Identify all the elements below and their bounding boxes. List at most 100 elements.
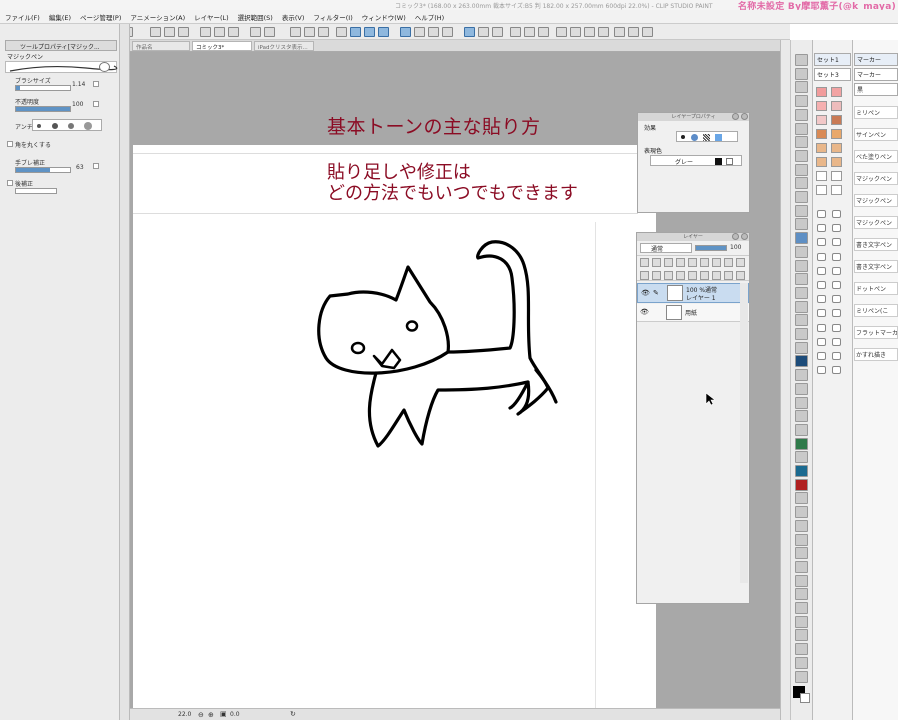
layer-toolbar-icon[interactable] <box>724 271 733 280</box>
tab-comic3[interactable]: コミック3* <box>192 41 252 51</box>
menu-item[interactable]: 選択範囲(S) <box>238 12 273 22</box>
tab-work-name[interactable]: 作品名 <box>132 41 190 51</box>
layer-toolbar-icon[interactable] <box>640 258 649 267</box>
tool-icon[interactable] <box>795 191 808 203</box>
layer-toolbar-icon[interactable] <box>652 271 661 280</box>
tool-icon[interactable] <box>795 506 808 519</box>
toolbar-button[interactable] <box>570 27 581 37</box>
toolbar-button[interactable] <box>598 27 609 37</box>
toolbar-button[interactable] <box>264 27 275 37</box>
brush-preview-icon[interactable] <box>99 62 110 72</box>
sub-tool-tile[interactable] <box>832 210 841 218</box>
tool-icon[interactable] <box>795 437 808 450</box>
layer-opacity-slider[interactable] <box>695 245 727 251</box>
tool-icon[interactable] <box>795 519 808 532</box>
toolbar-button[interactable] <box>464 27 475 37</box>
toolbar-button[interactable] <box>290 27 301 37</box>
sub-tool-tile[interactable] <box>816 129 827 139</box>
tool-icon[interactable] <box>795 588 808 601</box>
toolbar-button[interactable] <box>378 27 389 37</box>
sub-tool-tile[interactable] <box>831 115 842 125</box>
sub-tool-tile[interactable] <box>831 157 842 167</box>
tool-icon[interactable] <box>795 122 808 135</box>
sub-tool-tile[interactable] <box>832 366 841 375</box>
sub-tool-tile[interactable] <box>816 87 827 97</box>
stabilization-slider[interactable] <box>15 167 71 173</box>
tool-icon[interactable] <box>795 643 808 656</box>
brush-item[interactable]: 書き文字ペン <box>854 238 898 251</box>
brush-item[interactable]: フラットマーカ <box>854 326 898 339</box>
menu-item[interactable]: アニメーション(A) <box>130 12 185 22</box>
sub-tool-tile[interactable] <box>832 337 841 346</box>
sub-tool-tile[interactable] <box>816 171 827 181</box>
toolbar-button[interactable] <box>200 27 211 37</box>
toolbar-button[interactable] <box>428 27 439 37</box>
opacity-slider[interactable] <box>15 106 71 112</box>
sub-tool-tile[interactable] <box>817 309 826 318</box>
layer-toolbar-icon[interactable] <box>664 271 673 280</box>
menu-item[interactable]: ウィンドウ(W) <box>362 12 406 22</box>
tool-icon[interactable] <box>795 314 808 327</box>
angle-value[interactable]: 0.0 <box>230 711 240 718</box>
tool-icon[interactable] <box>795 656 808 669</box>
black-group-button[interactable]: 黒 <box>854 83 898 96</box>
tab-ipad-view[interactable]: iPadクリスタ表示... <box>254 41 314 51</box>
toolbar-button[interactable] <box>336 27 347 37</box>
tool-icon[interactable] <box>795 328 808 340</box>
sub-tool-tile[interactable] <box>817 281 826 289</box>
sub-color-swatch[interactable] <box>800 693 810 703</box>
tool-icon[interactable] <box>795 355 808 368</box>
menu-item[interactable]: ページ管理(P) <box>80 12 121 22</box>
sub-tool-tile[interactable] <box>831 87 842 97</box>
panel-minimize-icon[interactable] <box>732 233 739 240</box>
sub-tool-tile[interactable] <box>817 238 826 247</box>
brush-item[interactable]: ドットペン <box>854 282 898 295</box>
menu-item[interactable]: 表示(V) <box>282 12 305 22</box>
panel-close-icon[interactable] <box>741 233 748 240</box>
sub-tool-tile[interactable] <box>817 323 826 332</box>
toolbar-button[interactable] <box>614 27 625 37</box>
zoom-in-icon[interactable]: ⊕ <box>208 711 214 719</box>
toolbar-button[interactable] <box>628 27 639 37</box>
layer-toolbar-icon[interactable] <box>700 258 709 267</box>
toolbar-button[interactable] <box>228 27 239 37</box>
tool-icon[interactable] <box>795 629 808 642</box>
layer-scrollbar[interactable] <box>740 283 748 583</box>
sub-tool-tile[interactable] <box>816 157 827 167</box>
brush-item[interactable]: かすれ描き <box>854 348 898 361</box>
toolbar-button[interactable] <box>150 27 161 37</box>
tool-icon[interactable] <box>795 67 808 80</box>
tool-property-header[interactable]: ツールプロパティ[マジック... <box>5 40 117 51</box>
tool-icon[interactable] <box>795 602 808 614</box>
layer-toolbar-icon[interactable] <box>736 258 745 267</box>
toolbar-button[interactable] <box>318 27 329 37</box>
sub-tool-tile[interactable] <box>832 252 841 261</box>
toolbar-button[interactable] <box>524 27 535 37</box>
sub-tool-tile[interactable] <box>831 185 842 195</box>
brush-item[interactable]: サインペン <box>854 128 898 141</box>
layer-toolbar-icon[interactable] <box>712 258 721 267</box>
tool-icon[interactable] <box>795 670 808 683</box>
brush-item[interactable]: マジックペン <box>854 172 898 185</box>
tool-icon[interactable] <box>795 232 808 245</box>
expression-color-selector[interactable]: グレー <box>650 155 742 166</box>
layer-toolbar-icon[interactable] <box>688 258 697 267</box>
toolbar-button[interactable] <box>400 27 411 37</box>
tool-icon[interactable] <box>795 574 808 587</box>
sub-tool-tile[interactable] <box>831 101 842 111</box>
toolbar-button[interactable] <box>510 27 521 37</box>
menu-item[interactable]: ファイル(F) <box>5 12 40 22</box>
brush-item[interactable]: マジックペン <box>854 194 898 207</box>
sub-tool-tile[interactable] <box>817 295 826 304</box>
tool-icon[interactable] <box>795 259 808 272</box>
canvas-vertical-scrollbar[interactable] <box>780 40 790 720</box>
tool-icon[interactable] <box>795 382 808 395</box>
tool-icon[interactable] <box>795 108 808 121</box>
zoom-out-icon[interactable]: ⊖ <box>198 711 204 719</box>
tool-icon[interactable] <box>795 136 808 149</box>
sub-tool-tile[interactable] <box>816 115 827 125</box>
layer-toolbar-icon[interactable] <box>676 258 685 267</box>
tool-icon[interactable] <box>795 423 808 436</box>
sub-tool-tile[interactable] <box>817 210 826 218</box>
sub-tool-tile[interactable] <box>816 101 827 111</box>
